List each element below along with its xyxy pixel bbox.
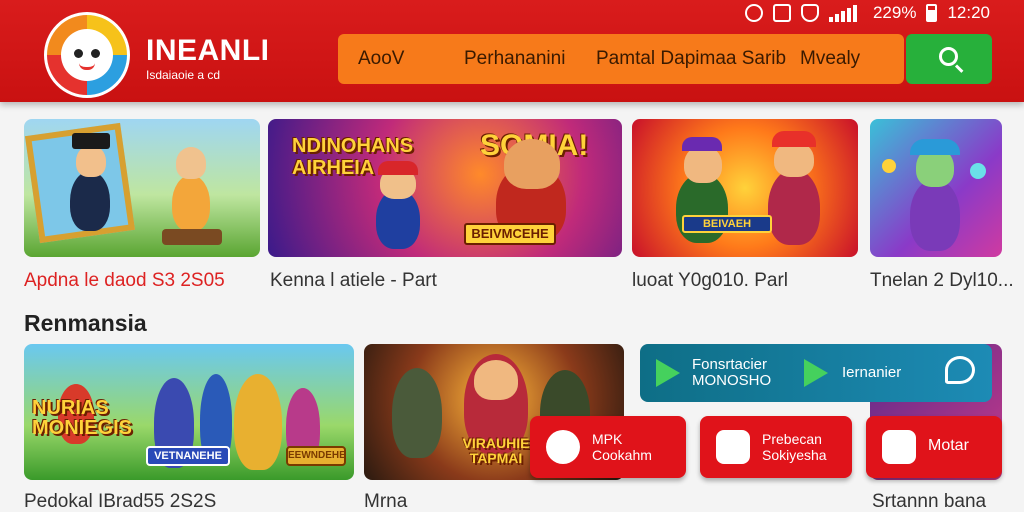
card-caption[interactable]: Mrna bbox=[364, 491, 407, 512]
battery-percent: 229% bbox=[872, 3, 917, 22]
nav-bar: AooV Perhananini Pamtal Dapimaa Sarib Mv… bbox=[338, 34, 904, 84]
game-card-3[interactable]: BEIVAEH bbox=[632, 119, 858, 257]
nav-item-pamtal[interactable]: Pamtal Dapimaa Sarib bbox=[596, 48, 786, 70]
play-store-icon[interactable] bbox=[656, 359, 680, 387]
alarm-icon bbox=[744, 4, 763, 22]
game-tag: EEWNDEHE bbox=[286, 446, 346, 466]
action-button-1[interactable]: MPK Cookahm bbox=[530, 416, 686, 478]
game-sign: BEIVAEH bbox=[682, 215, 772, 233]
game-card-5[interactable]: NURIAS MONIEGIS VETNANEHE EEWNDEHE bbox=[24, 344, 354, 480]
card-caption[interactable]: Pedokal IBrad55 2S2S bbox=[24, 491, 216, 512]
game-card-1[interactable] bbox=[24, 119, 260, 257]
nav-item-perhananini[interactable]: Perhananini bbox=[464, 48, 565, 70]
game-card-4[interactable] bbox=[870, 119, 1002, 257]
brand-name[interactable]: INEANLI bbox=[146, 34, 270, 68]
card-caption[interactable]: Srtannn bana bbox=[872, 491, 986, 512]
signal-icon bbox=[828, 4, 863, 22]
nav-item-mvealy[interactable]: Mvealy bbox=[800, 48, 860, 70]
action-button-3[interactable]: Motar bbox=[866, 416, 1002, 478]
shield-icon bbox=[800, 4, 819, 22]
status-bar: 229% 12:20 bbox=[744, 2, 990, 24]
app-store-bar[interactable]: Fonsrtacier MONOSHO Iernanier bbox=[640, 344, 992, 402]
card-caption[interactable]: luoat Y0g010. Parl bbox=[632, 270, 788, 292]
play-store-icon[interactable] bbox=[804, 359, 828, 387]
clock: 12:20 bbox=[947, 3, 990, 22]
search-icon bbox=[939, 47, 958, 66]
card-caption[interactable]: Tnelan 2 Dyl10... bbox=[870, 270, 1014, 292]
game-banner: VIRAUHIE TAPMAI bbox=[462, 435, 530, 466]
section-title: Renmansia bbox=[24, 310, 147, 336]
action-button-2[interactable]: Prebecan Sokiyesha bbox=[700, 416, 852, 478]
card-caption[interactable]: Kenna l atiele - Part bbox=[270, 270, 437, 292]
game-tag: VETNANEHE bbox=[146, 446, 230, 466]
action-label: MPK Cookahm bbox=[592, 431, 652, 463]
gift-icon bbox=[882, 430, 916, 464]
action-label: Motar bbox=[928, 437, 969, 454]
game-banner: NDINOHANS AIRHEIA bbox=[292, 135, 414, 179]
store-label-left[interactable]: Fonsrtacier MONOSHO bbox=[692, 357, 788, 389]
coin-icon bbox=[716, 430, 750, 464]
game-banner: NURIAS MONIEGIS bbox=[32, 397, 133, 439]
action-label: Prebecan Sokiyesha bbox=[762, 431, 827, 463]
search-button[interactable] bbox=[906, 34, 992, 84]
battery-icon bbox=[926, 4, 938, 22]
logo-icon[interactable] bbox=[44, 12, 130, 98]
app-header: 229% 12:20 INEANLI Isdaiaoie a cd AooV P… bbox=[0, 0, 1024, 102]
store-label-right[interactable]: Iernanier bbox=[842, 365, 901, 381]
game-card-2[interactable]: NDINOHANS AIRHEIA SOMIA! BEIVMCEHE bbox=[268, 119, 622, 257]
nav-item-aoov[interactable]: AooV bbox=[358, 48, 404, 70]
heart-icon bbox=[546, 430, 580, 464]
game-sign: BEIVMCEHE bbox=[464, 223, 556, 245]
home-icon bbox=[772, 4, 791, 22]
brand-tagline: Isdaiaoie a cd bbox=[146, 68, 221, 82]
chat-icon[interactable] bbox=[945, 356, 975, 384]
card-caption[interactable]: Apdna le daod S3 2S05 bbox=[24, 270, 225, 292]
